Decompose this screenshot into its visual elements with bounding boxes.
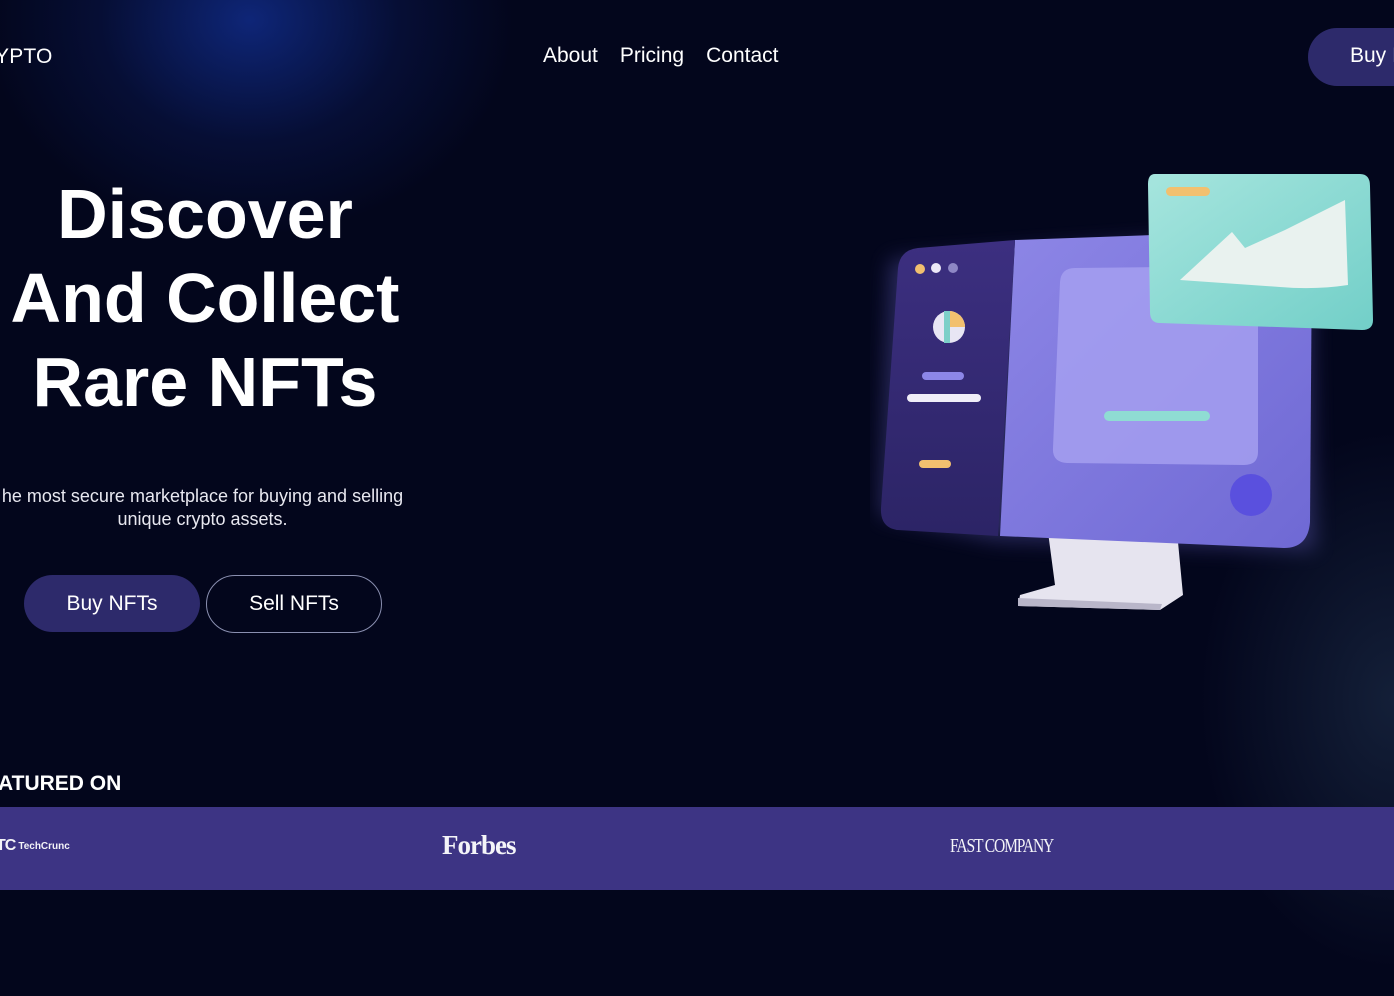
monitor-stand xyxy=(1018,532,1183,610)
nav-about[interactable]: About xyxy=(543,44,598,68)
card-label-line xyxy=(1166,187,1210,196)
nav-contact[interactable]: Contact xyxy=(706,44,778,68)
side-line xyxy=(922,372,964,380)
hero-subtitle: he most secure marketplace for buying an… xyxy=(0,485,455,531)
monitor-side-panel xyxy=(880,240,1015,536)
pie-slice-icon xyxy=(944,311,950,343)
fast-company-logo[interactable]: FAST COMPANY xyxy=(950,835,1054,858)
nav-pricing[interactable]: Pricing xyxy=(620,44,684,68)
hero-title-line: And Collect xyxy=(10,259,400,337)
hero-title-line: Rare NFTs xyxy=(32,343,378,421)
hero-title: Discover And Collect Rare NFTs xyxy=(0,172,470,424)
window-dot-icon xyxy=(931,263,941,273)
hero-subtitle-line: unique crypto assets. xyxy=(117,509,288,529)
buy-nfts-button[interactable]: Buy NFTs xyxy=(24,575,200,632)
featured-on-label: EATURED ON xyxy=(0,772,122,795)
techcrunch-mark: TC xyxy=(0,837,16,854)
main-nav: About Pricing Contact xyxy=(543,44,778,68)
techcrunch-text: TechCrunc xyxy=(18,840,70,852)
window-dot-icon xyxy=(948,263,958,273)
side-line xyxy=(907,394,981,402)
sell-nfts-button[interactable]: Sell NFTs xyxy=(206,575,382,633)
techcrunch-logo[interactable]: TC TechCrunc xyxy=(0,837,70,855)
landing-page: RYPTO About Pricing Contact Buy I Discov… xyxy=(0,0,1394,996)
site-logo[interactable]: RYPTO xyxy=(0,45,53,69)
content-line xyxy=(1104,411,1210,421)
window-dot-icon xyxy=(915,264,925,274)
hero-title-line: Discover xyxy=(57,175,353,253)
press-logos-bar: TC TechCrunc xyxy=(0,807,1394,890)
hero-subtitle-line: he most secure marketplace for buying an… xyxy=(1,486,404,506)
side-line xyxy=(919,460,951,468)
header-buy-button[interactable]: Buy I xyxy=(1308,28,1394,86)
nft-monitor-illustration-icon xyxy=(880,174,1373,610)
forbes-logo[interactable]: Forbes xyxy=(442,830,516,861)
screen-circle-button-icon xyxy=(1230,474,1272,516)
